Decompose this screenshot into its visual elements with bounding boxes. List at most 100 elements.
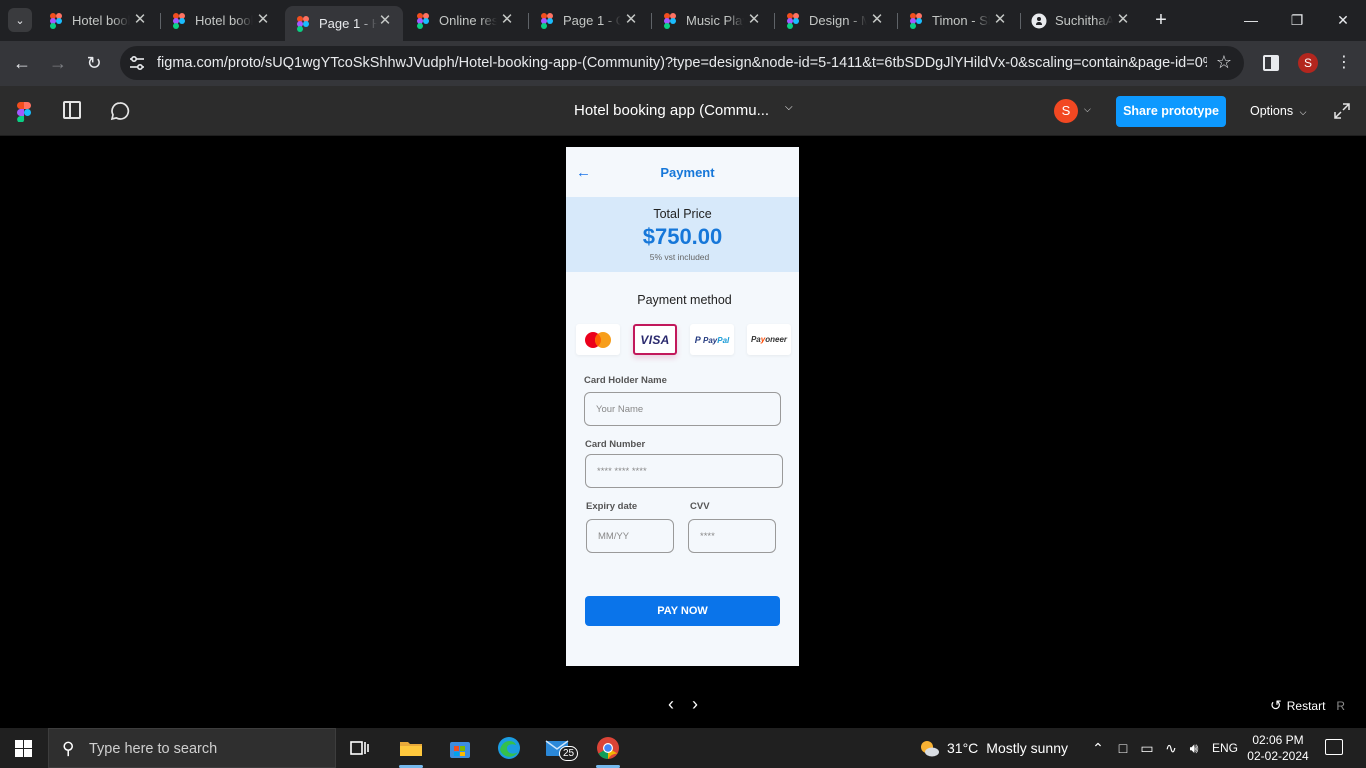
weather-temperature: 31°C [947, 740, 979, 756]
tab-close-icon[interactable]: ✕ [1115, 12, 1131, 28]
browser-tab[interactable]: Page 1 - Online ✕ [529, 7, 649, 34]
tab-close-icon[interactable]: ✕ [377, 13, 393, 29]
volume-icon[interactable]: 🔊︎ [1186, 740, 1202, 756]
figma-favicon-icon [541, 12, 553, 29]
tab-close-icon[interactable]: ✕ [132, 12, 148, 28]
figma-favicon-icon [910, 12, 922, 29]
tab-close-icon[interactable]: ✕ [992, 12, 1008, 28]
payoneer-logo: Payoneer [751, 335, 787, 344]
browser-tab[interactable]: Timon - Slides ✕ [898, 7, 1018, 34]
expiry-date-input[interactable] [586, 519, 674, 553]
next-frame-button[interactable]: › [687, 694, 703, 714]
new-tab-button[interactable]: + [1150, 9, 1172, 31]
chrome-browser-icon[interactable] [594, 734, 622, 762]
profile-avatar[interactable]: S [1298, 53, 1318, 73]
browser-tab[interactable]: Online reservation ✕ [405, 7, 525, 34]
tab-close-icon[interactable]: ✕ [255, 12, 271, 28]
chevron-up-icon[interactable]: ⌃ [1090, 740, 1106, 756]
browser-tab[interactable]: Hotel booking app ✕ [161, 7, 281, 34]
site-settings-icon[interactable] [128, 54, 146, 72]
tab-close-icon[interactable]: ✕ [623, 12, 639, 28]
forward-button[interactable]: → [44, 49, 72, 77]
tab-close-icon[interactable]: ✕ [869, 12, 885, 28]
payment-option-mastercard[interactable] [576, 324, 620, 355]
card-number-label: Card Number [585, 439, 646, 450]
tab-label: Hotel booking app [72, 13, 130, 28]
bookmark-star-icon[interactable]: ☆ [1216, 52, 1232, 73]
card-holder-input[interactable] [584, 392, 781, 426]
restore-button[interactable]: ❐ [1283, 8, 1311, 32]
back-button[interactable]: ← [8, 49, 36, 77]
clock-time: 02:06 PM [1252, 733, 1304, 747]
more-menu-icon[interactable]: ⋮ [1336, 51, 1352, 75]
address-bar[interactable]: figma.com/proto/sUQ1wgYTcoSkShhwJVudph/H… [120, 46, 1244, 80]
restart-label: Restart [1286, 698, 1326, 713]
restart-shortcut: R [1336, 698, 1346, 713]
reload-button[interactable]: ↻ [80, 49, 108, 77]
mail-app[interactable]: 25 [544, 734, 579, 762]
pay-now-button[interactable]: PAY NOW [585, 596, 780, 626]
browser-tab[interactable]: Music Player ✕ [652, 7, 772, 34]
plus-icon: + [1155, 9, 1167, 31]
tab-search-button[interactable]: ⌄ [8, 8, 32, 32]
system-clock[interactable]: 02:06 PM 02-02-2024 [1243, 732, 1313, 764]
share-prototype-button[interactable]: Share prototype [1116, 96, 1226, 127]
task-view-icon[interactable] [346, 734, 374, 762]
edge-browser-icon[interactable] [495, 734, 523, 762]
minimize-button[interactable]: — [1237, 8, 1265, 32]
paypal-logo-part: Pay [703, 335, 718, 345]
windows-taskbar: ⚲ Type here to search 25 31°C Mostly sun… [0, 728, 1366, 768]
card-number-input[interactable] [585, 454, 783, 488]
user-avatar[interactable]: S [1054, 99, 1078, 123]
tab-label: Online reservation [439, 13, 497, 28]
chevron-down-icon[interactable]: ⌵ [1084, 104, 1091, 115]
file-explorer-icon[interactable] [397, 734, 425, 762]
chevron-left-icon: ‹ [668, 694, 674, 714]
notifications-icon[interactable] [1325, 739, 1343, 755]
previous-frame-button[interactable]: ‹ [663, 694, 679, 714]
microsoft-store-icon[interactable] [446, 734, 474, 762]
meet-now-icon[interactable]: □ [1115, 740, 1131, 756]
restart-button[interactable]: ↺ Restart R [1270, 697, 1345, 714]
payment-option-payoneer[interactable]: Payoneer [747, 324, 791, 355]
browser-tab-active[interactable]: Page 1 - Hotel booking app ✕ [285, 6, 403, 41]
screen-title: Payment [660, 165, 715, 180]
input-language[interactable]: ENG [1212, 741, 1238, 755]
wifi-icon[interactable]: ∿ [1163, 740, 1179, 756]
figma-logo-icon[interactable] [17, 102, 31, 122]
paypal-logo: P PayPal [695, 335, 730, 345]
options-menu[interactable]: Options ⌵ [1250, 104, 1306, 118]
tab-label: Hotel booking app [195, 13, 253, 28]
browser-tab[interactable]: Design - Music ✕ [775, 7, 895, 34]
browser-tab[interactable]: SuchithaA ✕ [1021, 7, 1141, 34]
options-label: Options [1250, 104, 1294, 118]
paypal-logo-part: Pal [717, 335, 730, 345]
cvv-input[interactable] [688, 519, 776, 553]
total-price-panel: Total Price $750.00 5% vst included [566, 197, 799, 272]
browser-tab[interactable]: Hotel booking app ✕ [38, 7, 158, 34]
windows-start-icon[interactable] [15, 740, 32, 757]
payment-method-heading: Payment method [637, 293, 732, 307]
chevron-down-icon[interactable]: ⌵ [785, 102, 793, 113]
taskbar-search-box[interactable]: ⚲ Type here to search [48, 728, 336, 768]
paypal-icon: P [694, 334, 701, 345]
payment-option-paypal[interactable]: P PayPal [690, 324, 734, 355]
comment-icon[interactable] [110, 101, 130, 121]
tab-close-icon[interactable]: ✕ [499, 12, 515, 28]
weather-widget[interactable]: 31°C Mostly sunny [919, 739, 1068, 757]
payment-screen: ← Payment Total Price $750.00 5% vst inc… [566, 147, 799, 666]
tab-close-icon[interactable]: ✕ [746, 12, 762, 28]
arrow-left-icon: ← [13, 53, 31, 73]
file-title[interactable]: Hotel booking app (Commu... [574, 102, 769, 119]
mastercard-icon [585, 331, 611, 348]
close-window-button[interactable]: ✕ [1329, 8, 1357, 32]
toggle-sidebar-icon[interactable] [63, 101, 81, 119]
url-text[interactable]: figma.com/proto/sUQ1wgYTcoSkShhwJVudph/H… [157, 55, 1207, 71]
battery-icon[interactable]: ▭ [1139, 740, 1155, 756]
figma-favicon-icon [297, 15, 309, 32]
fullscreen-icon[interactable] [1334, 103, 1350, 119]
side-panel-icon[interactable] [1263, 55, 1279, 71]
payment-option-visa[interactable]: VISA [633, 324, 677, 355]
figma-favicon-icon [664, 12, 676, 29]
total-price-value: $750.00 [642, 224, 723, 249]
